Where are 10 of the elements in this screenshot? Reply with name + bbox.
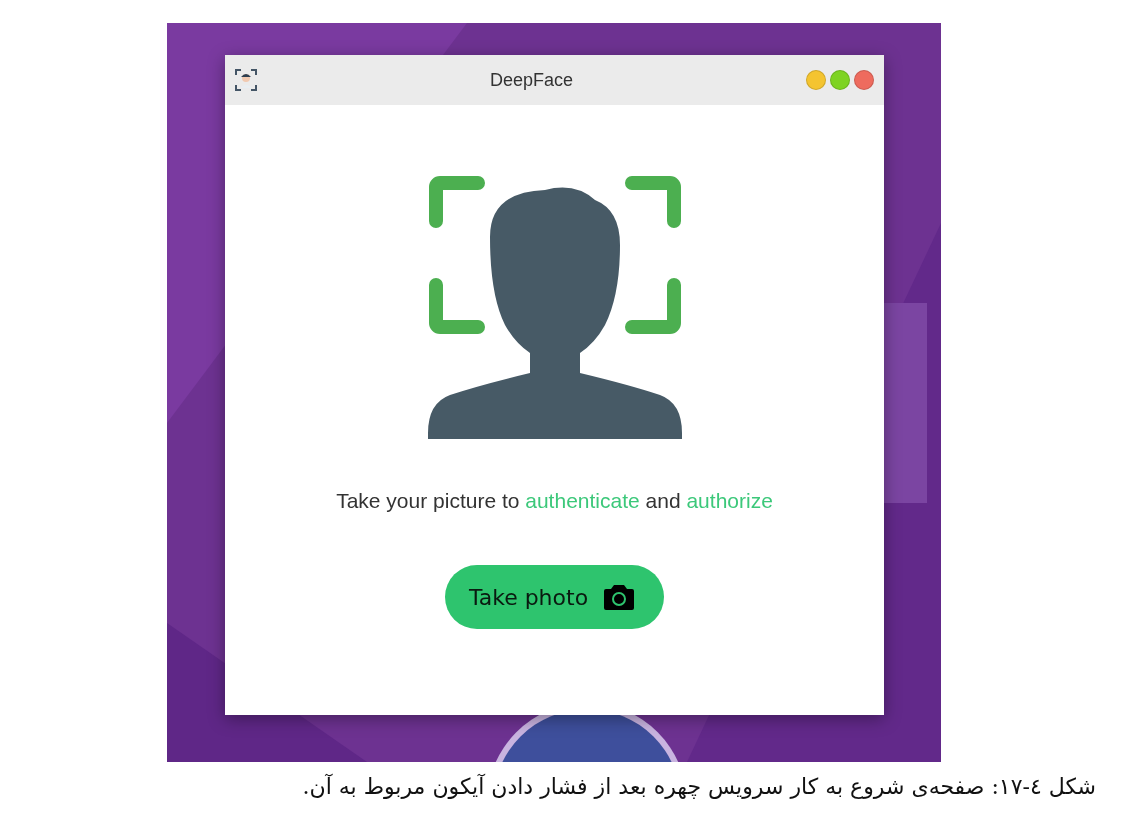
take-photo-button[interactable]: Take photo bbox=[444, 565, 665, 629]
maximize-button[interactable] bbox=[830, 70, 850, 90]
instruction-text: Take your picture to authenticate and authorize bbox=[336, 489, 773, 513]
minimize-button[interactable] bbox=[806, 70, 826, 90]
app-icon bbox=[235, 69, 257, 91]
camera-icon bbox=[604, 584, 635, 610]
face-scan-icon bbox=[427, 175, 682, 439]
window-title: DeepFace bbox=[488, 69, 575, 91]
figure-caption: شکل ٤-١٧: صفحه‌ی شروع به کار سرویس چهره بعد از فشار دادن آیکون مربوط به آن. bbox=[301, 774, 1096, 799]
close-button[interactable] bbox=[854, 70, 874, 90]
